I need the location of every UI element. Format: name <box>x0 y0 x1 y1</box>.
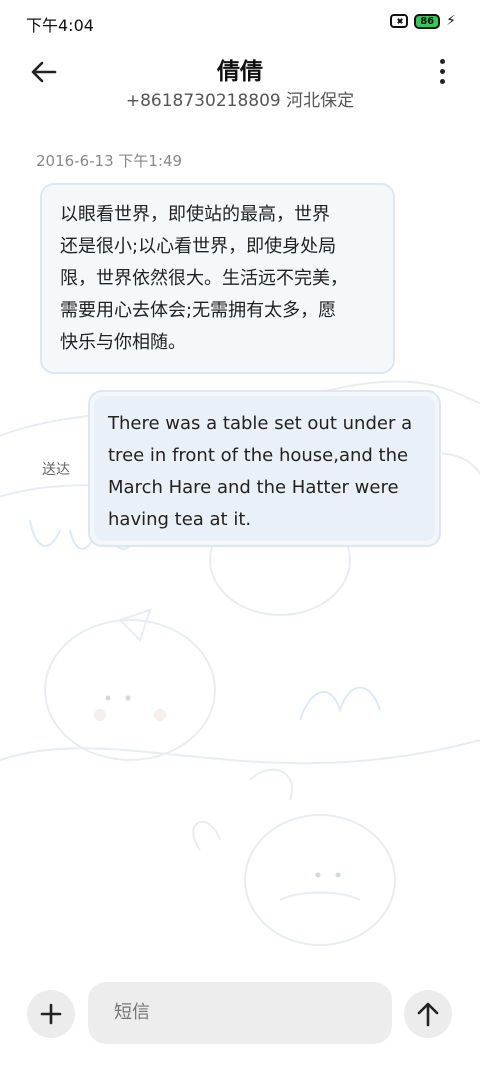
message-line: 限，世界依然很大。生活远不完美， <box>60 268 348 289</box>
send-button[interactable] <box>404 990 452 1038</box>
battery-level: 86 <box>420 15 435 27</box>
message-line: 需要用心去体会;无需拥有太多，愿 <box>60 300 337 321</box>
more-options-button[interactable] <box>432 54 452 88</box>
message-line: 以眼看世界，即使站的最高，世界 <box>60 204 330 225</box>
outgoing-message-bubble[interactable]: There was a table set out under a tree i… <box>88 390 441 547</box>
message-line: There was a table set out under a <box>108 413 413 434</box>
contact-number-location: +8618730218809 河北保定 <box>125 91 355 111</box>
message-line: 快乐与你相随。 <box>60 332 186 353</box>
message-composer <box>0 978 480 1048</box>
charging-bolt-icon: ⚡ <box>446 13 456 29</box>
conversation-header: 倩倩 +8618730218809 河北保定 <box>0 44 480 124</box>
delivery-status: 送达 <box>42 462 70 478</box>
message-line: tree in front of the house,and the <box>108 445 409 466</box>
more-vertical-icon <box>439 58 445 64</box>
send-arrow-icon <box>417 1002 439 1027</box>
message-line: having tea at it. <box>108 509 252 530</box>
message-input[interactable] <box>88 982 392 1044</box>
message-line: March Hare and the Hatter were <box>108 477 399 498</box>
battery-icon: 86 <box>414 13 441 29</box>
more-vertical-icon <box>439 68 445 74</box>
status-time: 下午4:04 <box>26 16 94 35</box>
status-bar: 下午4:04 86 ⚡ <box>0 0 480 44</box>
contact-name: 倩倩 <box>217 59 263 85</box>
more-vertical-icon <box>439 78 445 84</box>
plus-icon <box>40 1003 62 1025</box>
outgoing-message-body: There was a table set out under a tree i… <box>94 396 435 541</box>
sim-off-icon <box>390 14 409 28</box>
status-icons: 86 ⚡ <box>390 13 456 29</box>
add-attachment-button[interactable] <box>27 990 75 1038</box>
message-timestamp: 2016-6-13 下午1:49 <box>36 152 183 170</box>
message-line: 还是很小;以心看世界，即使身处局 <box>60 236 337 257</box>
incoming-message-bubble[interactable]: 以眼看世界，即使站的最高，世界 还是很小;以心看世界，即使身处局 限，世界依然很… <box>40 183 395 374</box>
